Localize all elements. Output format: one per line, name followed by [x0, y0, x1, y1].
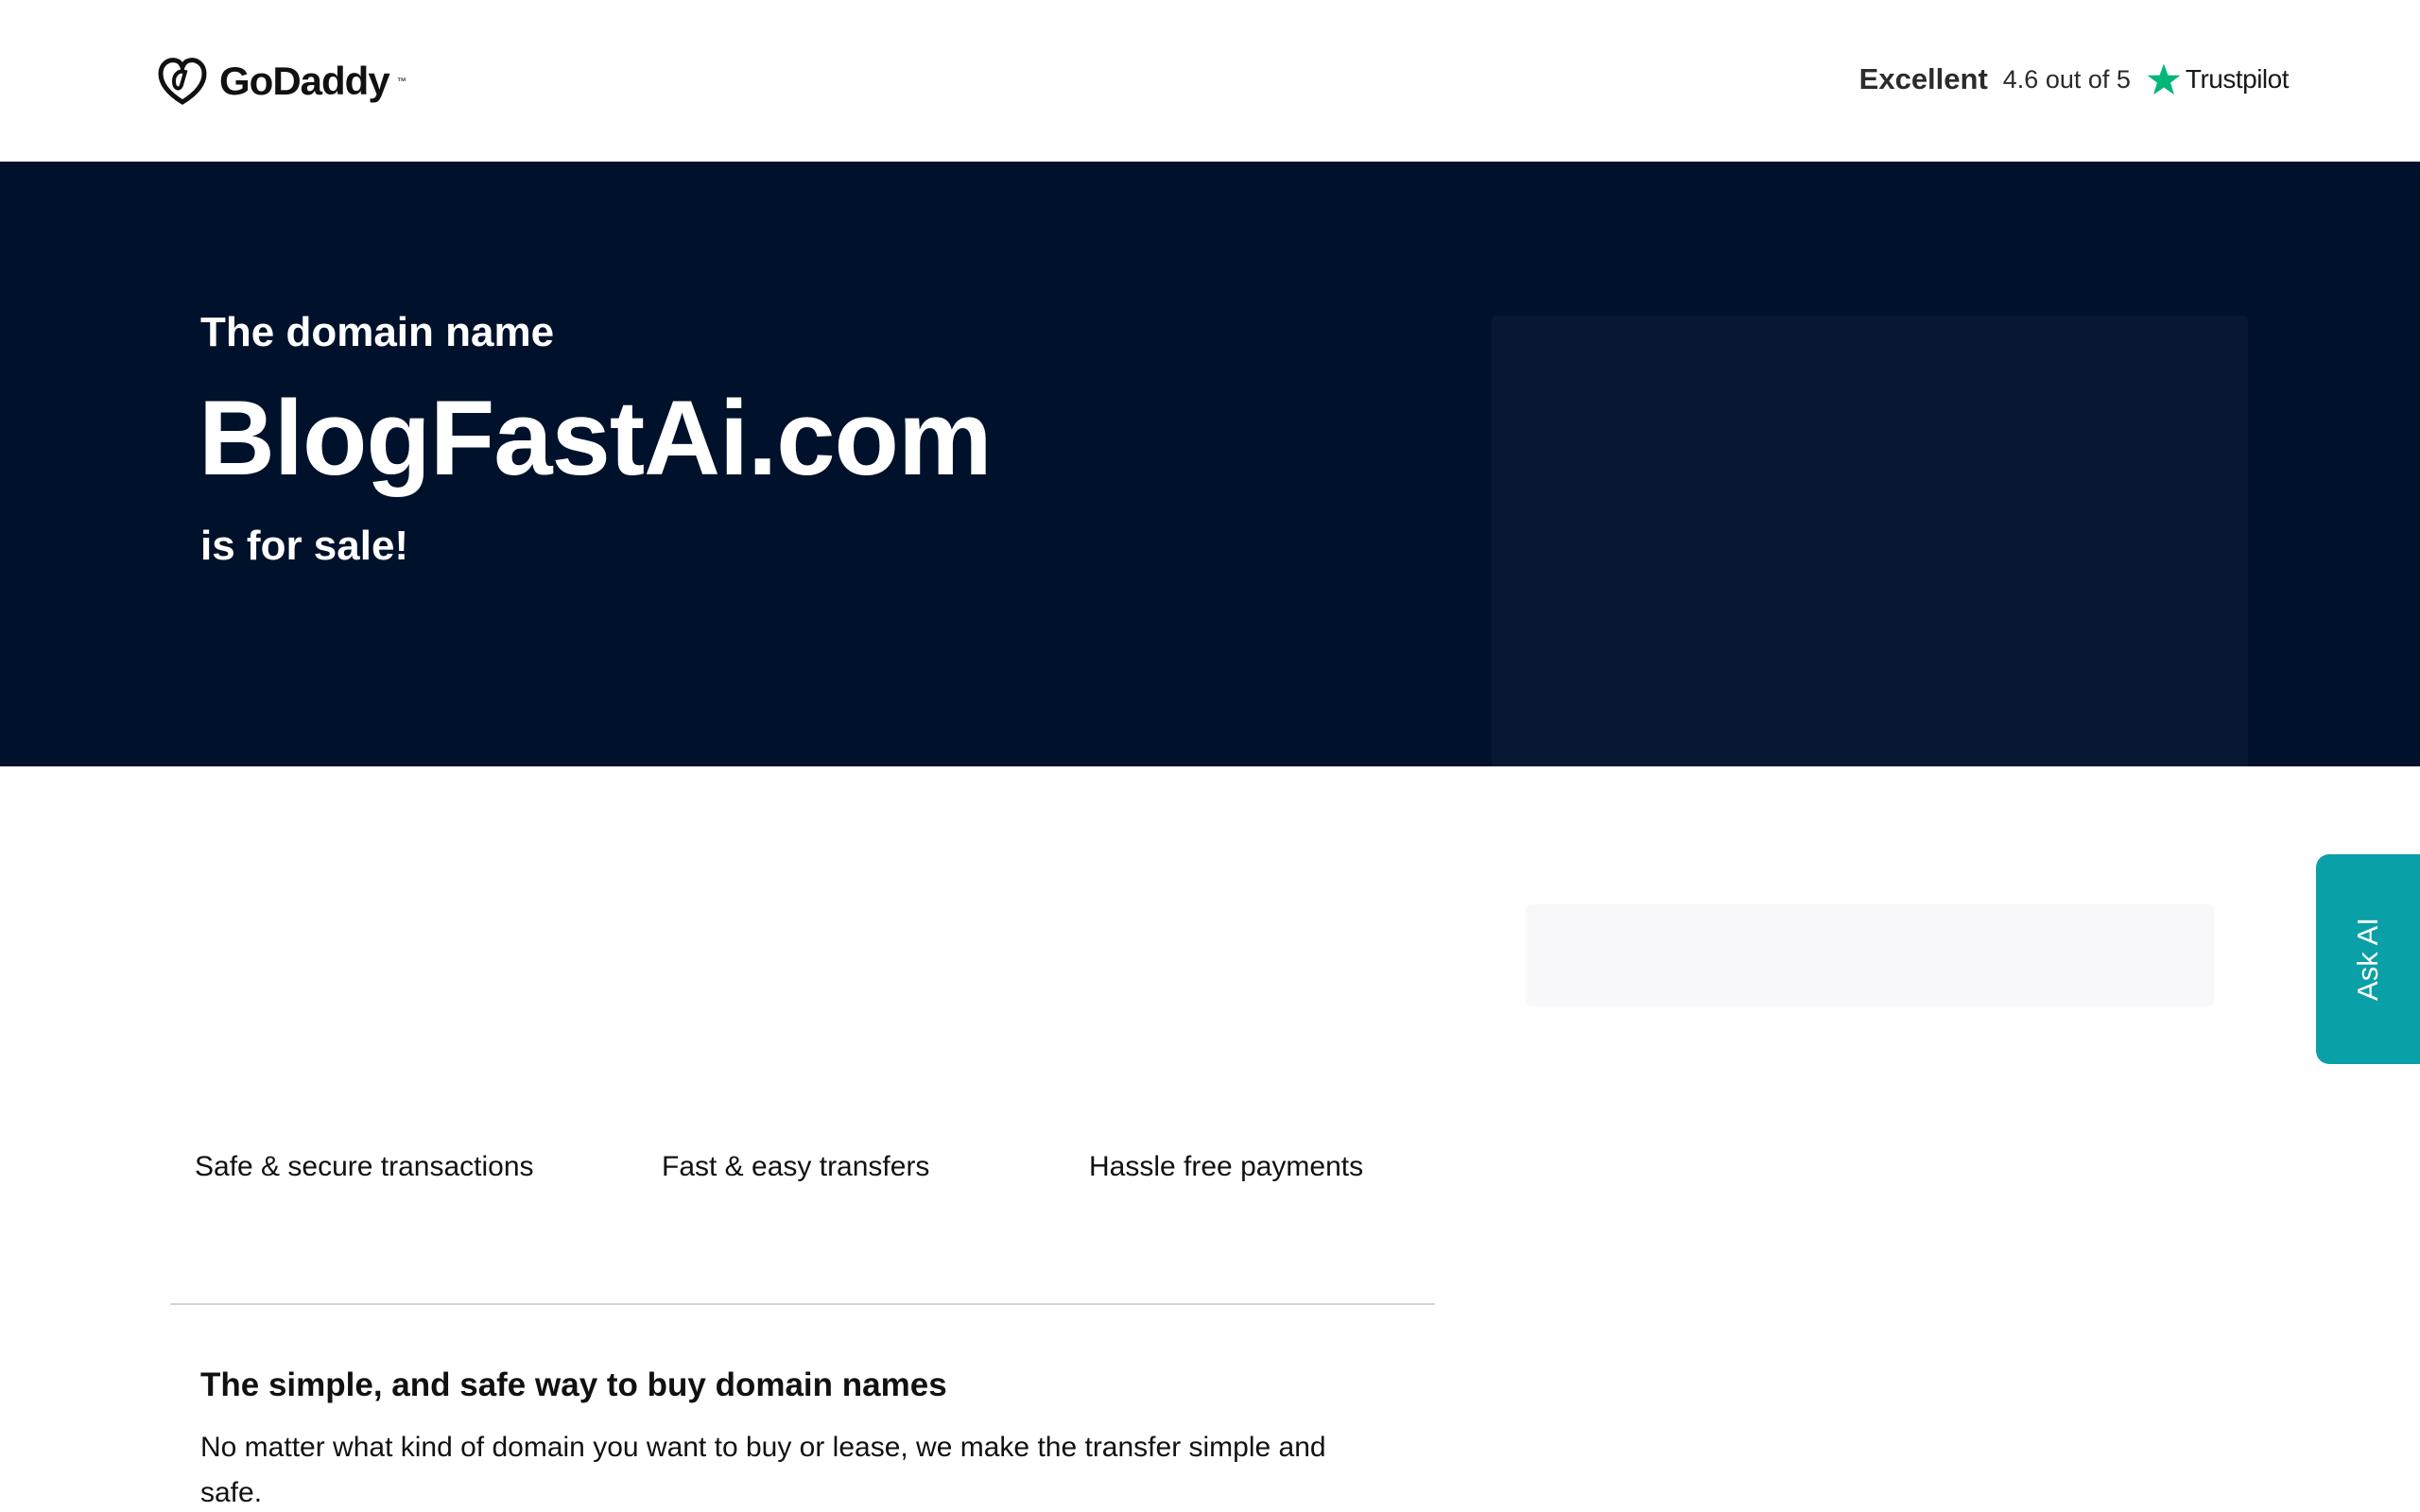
brand-name: GoDaddy [219, 59, 390, 103]
hero-domain-name: BlogFastAi.com [199, 379, 993, 497]
trustpilot-rating[interactable]: Excellent 4.6 out of 5 Trustpilot [1858, 55, 2290, 104]
trustpilot-name: Trustpilot [2185, 64, 2290, 94]
features-row: Safe & secure transactions Fast & easy t… [170, 1151, 1437, 1198]
trustpilot-star-icon [2147, 63, 2181, 95]
hero-for-sale: is for sale! [200, 523, 409, 569]
section-divider [170, 1303, 1435, 1305]
ask-ai-label: Ask AI [2351, 918, 2384, 1001]
purchase-card [1492, 316, 2248, 1512]
rating-score: 4.6 out of 5 [2002, 64, 2131, 94]
godaddy-logo-icon [158, 58, 207, 105]
section-body: No matter what kind of domain you want t… [200, 1432, 1326, 1508]
trademark: ™ [396, 76, 406, 87]
feature-secure: Safe & secure transactions [195, 1151, 534, 1182]
section-title: The simple, and safe way to buy domain n… [200, 1366, 947, 1403]
godaddy-logo[interactable]: GoDaddy ™ [153, 53, 406, 110]
next-button[interactable] [1526, 904, 2214, 1006]
ask-ai-button[interactable]: Ask AI [2316, 854, 2420, 1064]
trustpilot-logo: Trustpilot [2146, 61, 2290, 97]
site-header: GoDaddy ™ Excellent 4.6 out of 5 Trustpi… [0, 0, 2420, 162]
feature-payments: Hassle free payments [1089, 1151, 1364, 1182]
rating-label: Excellent [1858, 62, 1988, 95]
feature-transfers: Fast & easy transfers [662, 1151, 930, 1182]
hero-intro: The domain name [200, 309, 555, 355]
